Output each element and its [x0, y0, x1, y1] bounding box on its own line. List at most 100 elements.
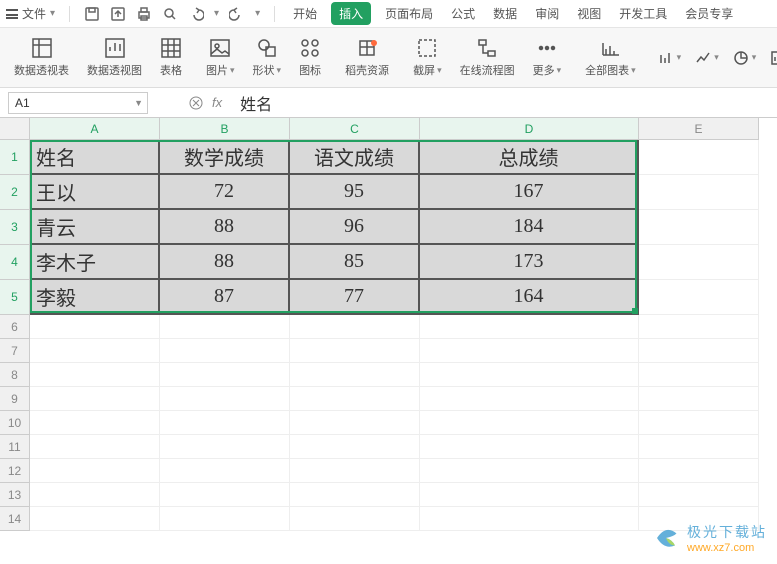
row-header-7[interactable]: 7 [0, 339, 30, 363]
cell[interactable] [30, 459, 160, 483]
table-cell[interactable]: 88 [160, 245, 290, 280]
row-header-4[interactable]: 4 [0, 245, 30, 280]
pie-chart-button[interactable]: ▾ [733, 50, 757, 66]
cell[interactable] [290, 507, 420, 531]
chevron-down-icon[interactable]: ▾ [214, 8, 219, 19]
table-cell[interactable]: 167 [420, 175, 639, 210]
tab-插入[interactable]: 插入 [331, 2, 371, 25]
cell[interactable] [160, 483, 290, 507]
column-header-C[interactable]: C [290, 118, 420, 140]
daoke-button[interactable]: 稻壳资源 [339, 37, 395, 78]
row-header-3[interactable]: 3 [0, 210, 30, 245]
cell[interactable] [290, 411, 420, 435]
row-header-6[interactable]: 6 [0, 315, 30, 339]
table-cell[interactable]: 77 [290, 280, 420, 315]
table-cell[interactable]: 95 [290, 175, 420, 210]
cancel-icon[interactable] [188, 95, 204, 111]
tab-审阅[interactable]: 审阅 [531, 2, 563, 25]
table-cell[interactable]: 164 [420, 280, 639, 315]
screenshot-button[interactable]: 截屏▾ [407, 37, 448, 78]
bar-chart-button[interactable]: ▾ [658, 50, 682, 66]
tab-开始[interactable]: 开始 [289, 2, 321, 25]
cell[interactable] [639, 175, 759, 210]
pivot-table-button[interactable]: 数据透视表 [8, 37, 75, 78]
row-header-9[interactable]: 9 [0, 387, 30, 411]
table-header-cell[interactable]: 总成绩 [420, 140, 639, 175]
cell[interactable] [639, 339, 759, 363]
table-cell[interactable]: 184 [420, 210, 639, 245]
row-header-11[interactable]: 11 [0, 435, 30, 459]
online-flowchart-button[interactable]: 在线流程图 [454, 37, 521, 78]
cell[interactable] [290, 387, 420, 411]
redo-icon[interactable] [229, 6, 245, 22]
cell[interactable] [30, 411, 160, 435]
print-icon[interactable] [136, 6, 152, 22]
line-chart-button[interactable]: ▾ [695, 50, 719, 66]
tab-数据[interactable]: 数据 [489, 2, 521, 25]
row-header-13[interactable]: 13 [0, 483, 30, 507]
column-header-D[interactable]: D [420, 118, 639, 140]
more-button[interactable]: 更多▾ [527, 37, 568, 78]
cell[interactable] [30, 363, 160, 387]
table-cell[interactable]: 85 [290, 245, 420, 280]
cell[interactable] [30, 387, 160, 411]
cell[interactable] [160, 339, 290, 363]
cell[interactable] [160, 459, 290, 483]
tab-开发工具[interactable]: 开发工具 [615, 2, 671, 25]
table-cell[interactable]: 173 [420, 245, 639, 280]
cell[interactable] [290, 459, 420, 483]
cell[interactable] [160, 507, 290, 531]
cell[interactable] [30, 507, 160, 531]
table-header-cell[interactable]: 语文成绩 [290, 140, 420, 175]
cell[interactable] [420, 459, 639, 483]
pivot-chart-button[interactable]: 数据透视图 [81, 37, 148, 78]
cell[interactable] [420, 339, 639, 363]
cell[interactable] [160, 387, 290, 411]
cell[interactable] [290, 483, 420, 507]
table-button[interactable]: 表格 [154, 37, 188, 78]
cell[interactable] [420, 363, 639, 387]
tab-公式[interactable]: 公式 [447, 2, 479, 25]
cell[interactable] [639, 245, 759, 280]
row-header-5[interactable]: 5 [0, 280, 30, 315]
row-header-10[interactable]: 10 [0, 411, 30, 435]
spreadsheet-grid[interactable]: ABCDE 1234567891011121314 姓名数学成绩语文成绩总成绩王… [0, 118, 777, 140]
cell[interactable] [290, 315, 420, 339]
row-header-12[interactable]: 12 [0, 459, 30, 483]
table-cell[interactable]: 72 [160, 175, 290, 210]
cell[interactable] [639, 435, 759, 459]
cell[interactable] [639, 411, 759, 435]
column-header-E[interactable]: E [639, 118, 759, 140]
icons-button[interactable]: 图标 [293, 37, 327, 78]
cell[interactable] [30, 339, 160, 363]
table-header-cell[interactable]: 姓名 [30, 140, 160, 175]
cell[interactable] [290, 363, 420, 387]
cell[interactable] [639, 315, 759, 339]
row-header-1[interactable]: 1 [0, 140, 30, 175]
preview-icon[interactable] [162, 6, 178, 22]
file-menu[interactable]: 文件 ▾ [6, 5, 55, 22]
cell[interactable] [30, 315, 160, 339]
cell[interactable] [420, 483, 639, 507]
cell[interactable] [160, 363, 290, 387]
save-icon[interactable] [84, 6, 100, 22]
tab-视图[interactable]: 视图 [573, 2, 605, 25]
column-header-B[interactable]: B [160, 118, 290, 140]
formula-value[interactable]: 姓名 [240, 91, 272, 115]
column-header-A[interactable]: A [30, 118, 160, 140]
cell[interactable] [420, 411, 639, 435]
cell[interactable] [420, 387, 639, 411]
cell[interactable] [639, 459, 759, 483]
cell[interactable] [639, 280, 759, 315]
cell[interactable] [160, 315, 290, 339]
cell[interactable] [639, 483, 759, 507]
table-cell[interactable]: 96 [290, 210, 420, 245]
cell[interactable] [160, 411, 290, 435]
cell[interactable] [420, 435, 639, 459]
cell[interactable] [30, 435, 160, 459]
table-cell[interactable]: 88 [160, 210, 290, 245]
export-icon[interactable] [110, 6, 126, 22]
stats-chart-button[interactable]: ▾ [770, 50, 777, 66]
tab-页面布局[interactable]: 页面布局 [381, 2, 437, 25]
cell[interactable] [639, 140, 759, 175]
